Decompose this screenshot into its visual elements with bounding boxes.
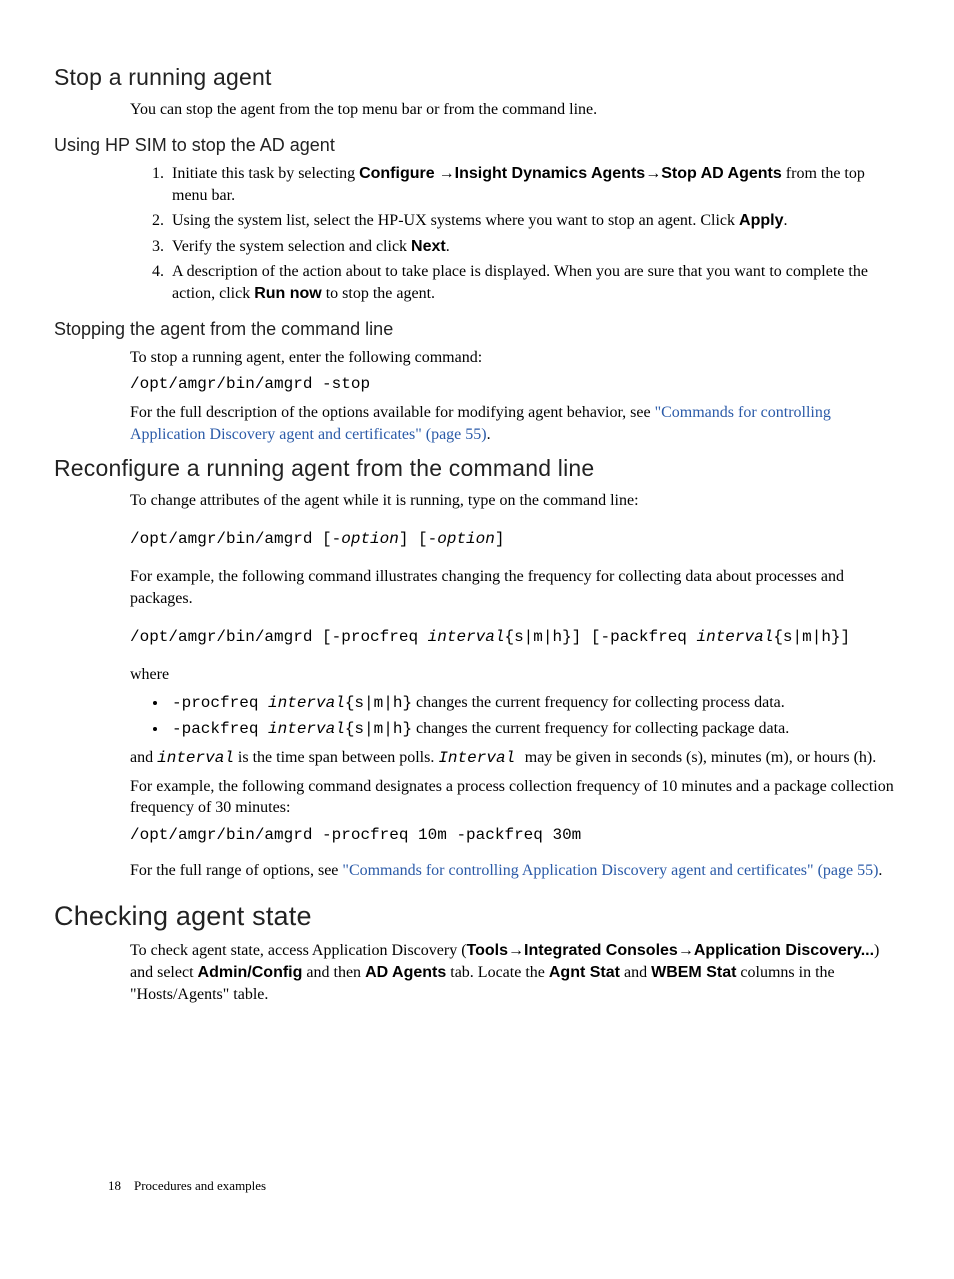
arrow-icon: →: [508, 942, 524, 959]
menu-application-discovery: Application Discovery...: [694, 942, 874, 959]
code: ] [-: [399, 530, 437, 548]
code: -packfreq: [172, 720, 268, 738]
code-command: /opt/amgr/bin/amgrd -stop: [130, 374, 900, 396]
text: For the full description of the options …: [130, 404, 655, 421]
text: may be given in seconds (s), minutes (m)…: [525, 749, 876, 766]
text: changes the current frequency for collec…: [412, 720, 789, 737]
list-item: Verify the system selection and click Ne…: [168, 236, 900, 258]
button-label-apply: Apply: [739, 212, 783, 229]
arrow-icon: →: [435, 165, 455, 182]
code: -procfreq: [172, 694, 268, 712]
code-placeholder: interval: [268, 720, 345, 738]
text: For the full range of options, see: [130, 862, 342, 879]
text: To check agent state, access Application…: [130, 942, 467, 959]
text: tab. Locate the: [446, 964, 549, 981]
list-item: Using the system list, select the HP-UX …: [168, 210, 900, 232]
menu-configure: Configure: [359, 165, 435, 182]
text: Verify the system selection and click: [172, 238, 411, 255]
paragraph: For the full range of options, see "Comm…: [130, 860, 900, 882]
ordered-list: Initiate this task by selecting Configur…: [130, 163, 900, 305]
tab-ad-agents: AD Agents: [365, 964, 446, 981]
page-footer: 18 Procedures and examples: [108, 1177, 266, 1195]
paragraph: To check agent state, access Application…: [130, 940, 900, 1005]
text: and then: [302, 964, 365, 981]
page-number: 18: [108, 1178, 121, 1193]
paragraph: To change attributes of the agent while …: [130, 490, 900, 512]
column-agnt-stat: Agnt Stat: [549, 964, 620, 981]
text: is the time span between polls.: [234, 749, 438, 766]
heading-stop-running-agent: Stop a running agent: [54, 62, 900, 93]
text: .: [878, 862, 882, 879]
menu-tools: Tools: [467, 942, 508, 959]
button-label-next: Next: [411, 238, 446, 255]
text: changes the current frequency for collec…: [412, 694, 785, 711]
code: {s|m|h}: [345, 720, 412, 738]
button-label-run-now: Run now: [254, 285, 322, 302]
code: /opt/amgr/bin/amgrd [-: [130, 530, 341, 548]
text: Initiate this task by selecting: [172, 165, 359, 182]
paragraph: where: [130, 664, 900, 686]
text: and: [620, 964, 651, 981]
code-placeholder: Interval: [438, 749, 524, 767]
code: {s|m|h}]: [773, 628, 850, 646]
menu-integrated-consoles: Integrated Consoles: [524, 942, 678, 959]
column-wbem-stat: WBEM Stat: [651, 964, 736, 981]
text: .: [446, 238, 450, 255]
list-item: Initiate this task by selecting Configur…: [168, 163, 900, 206]
paragraph: To stop a running agent, enter the follo…: [130, 347, 900, 369]
code: {s|m|h}] [-packfreq: [504, 628, 696, 646]
paragraph: For example, the following command desig…: [130, 776, 900, 819]
paragraph: For example, the following command illus…: [130, 566, 900, 609]
tab-admin-config: Admin/Config: [198, 964, 303, 981]
code-placeholder: interval: [268, 694, 345, 712]
heading-using-hp-sim: Using HP SIM to stop the AD agent: [54, 133, 900, 157]
arrow-icon: →: [645, 165, 661, 182]
code: ]: [495, 530, 505, 548]
menu-insight-dynamics: Insight Dynamics Agents: [455, 165, 646, 182]
text: .: [783, 212, 787, 229]
code-placeholder: option: [341, 530, 399, 548]
code: /opt/amgr/bin/amgrd [-procfreq: [130, 628, 428, 646]
paragraph: You can stop the agent from the top menu…: [130, 99, 900, 121]
unordered-list: -procfreq interval{s|m|h} changes the cu…: [130, 692, 900, 741]
text: and: [130, 749, 157, 766]
list-item: -procfreq interval{s|m|h} changes the cu…: [168, 692, 900, 715]
list-item: A description of the action about to tak…: [168, 261, 900, 304]
code-placeholder: interval: [697, 628, 774, 646]
paragraph: For the full description of the options …: [130, 402, 900, 445]
code-placeholder: option: [437, 530, 495, 548]
text: Using the system list, select the HP-UX …: [172, 212, 739, 229]
code-syntax: /opt/amgr/bin/amgrd [-option] [-option]: [130, 528, 900, 551]
code-example: /opt/amgr/bin/amgrd [-procfreq interval{…: [130, 626, 900, 649]
code-placeholder: interval: [428, 628, 505, 646]
text: .: [487, 426, 491, 443]
text: to stop the agent.: [322, 285, 435, 302]
code-command: /opt/amgr/bin/amgrd -procfreq 10m -packf…: [130, 825, 900, 847]
footer-section: Procedures and examples: [134, 1178, 266, 1193]
heading-checking-agent-state: Checking agent state: [54, 898, 900, 934]
code-placeholder: interval: [157, 749, 234, 767]
arrow-icon: →: [678, 942, 694, 959]
code: {s|m|h}: [345, 694, 412, 712]
heading-stopping-cmd-line: Stopping the agent from the command line: [54, 317, 900, 341]
link-commands-page-55[interactable]: "Commands for controlling Application Di…: [342, 862, 878, 879]
list-item: -packfreq interval{s|m|h} changes the cu…: [168, 718, 900, 741]
paragraph: and interval is the time span between po…: [130, 747, 900, 770]
heading-reconfigure-agent: Reconfigure a running agent from the com…: [54, 453, 900, 484]
menu-stop-ad-agents: Stop AD Agents: [661, 165, 782, 182]
